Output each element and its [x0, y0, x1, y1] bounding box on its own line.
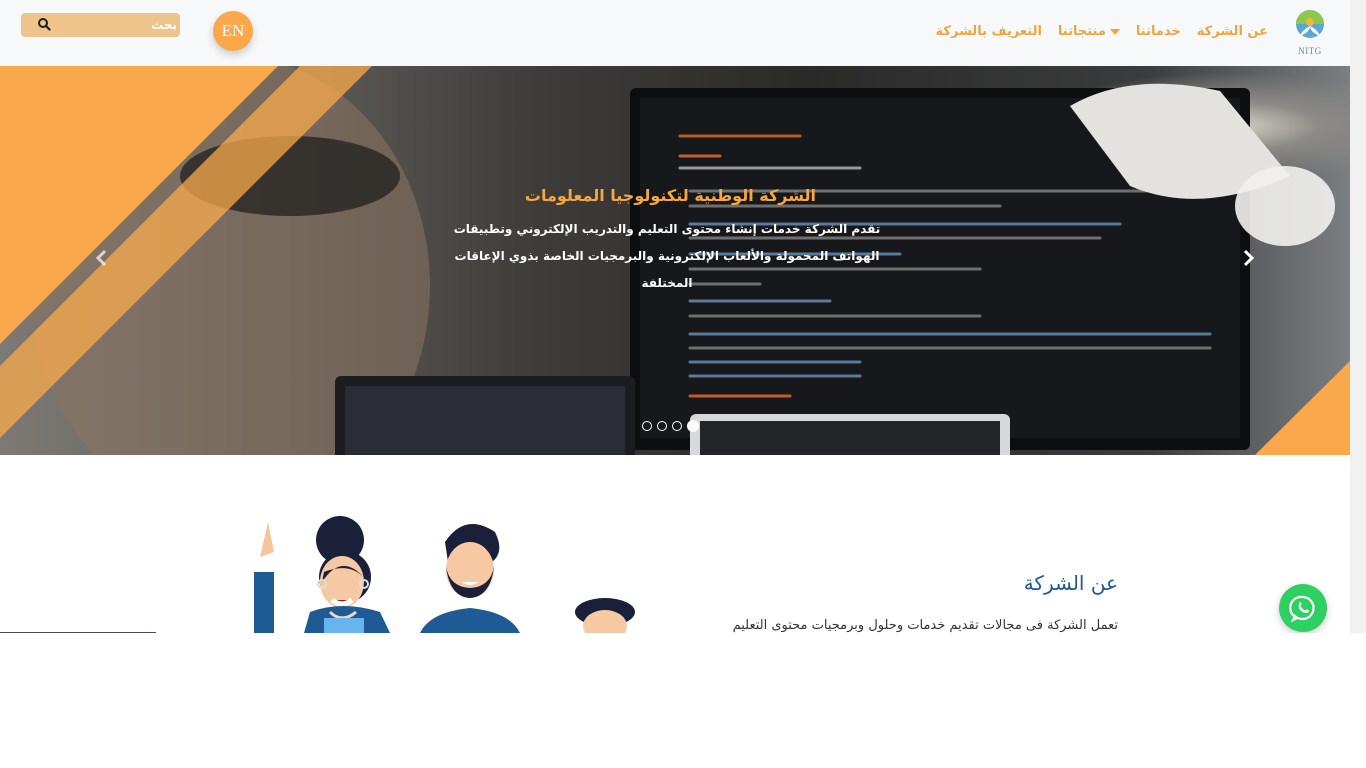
section-divider — [0, 632, 156, 633]
language-toggle-button[interactable]: EN — [213, 11, 253, 51]
whatsapp-icon — [1289, 595, 1315, 622]
navbar: NITG عن الشركة خدماتنا منتجاتنا التعريف … — [0, 0, 1350, 67]
nav-link-about[interactable]: عن الشركة — [1197, 24, 1268, 39]
about-title: عن الشركة — [1023, 571, 1118, 595]
nav-link-products-label: منتجاتنا — [1057, 24, 1106, 39]
company-logo[interactable]: NITG — [1292, 8, 1328, 56]
carousel-dot-active[interactable] — [687, 420, 699, 432]
caret-down-icon — [1109, 28, 1120, 35]
nav-link-about-label: عن الشركة — [1196, 24, 1268, 39]
nav-link-company-profile-label: التعريف بالشركة — [935, 24, 1042, 39]
search-input[interactable] — [55, 13, 183, 37]
hero-description: تقدم الشركة خدمات إنشاء محتوى التعليم وا… — [453, 222, 881, 290]
team-illustration — [254, 516, 635, 633]
search-icon[interactable] — [37, 17, 51, 31]
search-box — [21, 13, 183, 37]
carousel-dot[interactable] — [642, 421, 652, 431]
page-viewport: NITG عن الشركة خدماتنا منتجاتنا التعريف … — [0, 0, 1350, 633]
nav-link-services[interactable]: خدماتنا — [1136, 24, 1181, 39]
carousel-dot[interactable] — [657, 421, 667, 431]
hero-carousel: الشركة الوطنية لتكنولوجيا المعلومات تقدم… — [0, 66, 1350, 455]
nav-link-products[interactable]: منتجاتنا — [1058, 24, 1120, 39]
logo-text: NITG — [1298, 46, 1322, 56]
carousel-indicators — [642, 420, 699, 432]
carousel-dot[interactable] — [672, 421, 682, 431]
logo-mark-icon — [1296, 10, 1324, 38]
nav-link-services-label: خدماتنا — [1135, 24, 1181, 39]
nav-link-company-profile[interactable]: التعريف بالشركة — [936, 24, 1042, 39]
chevron-left-icon[interactable] — [92, 248, 112, 268]
chevron-right-icon[interactable] — [1238, 248, 1258, 268]
nav-links: عن الشركة خدماتنا منتجاتنا التعريف بالشر… — [936, 24, 1268, 39]
about-text: تعمل الشركة فى مجالات تقديم خدمات وحلول … — [732, 618, 1118, 633]
hero-title: الشركة الوطنية لتكنولوجيا المعلومات — [524, 186, 816, 205]
whatsapp-button[interactable] — [1279, 584, 1327, 632]
scrollbar[interactable] — [1350, 0, 1366, 633]
